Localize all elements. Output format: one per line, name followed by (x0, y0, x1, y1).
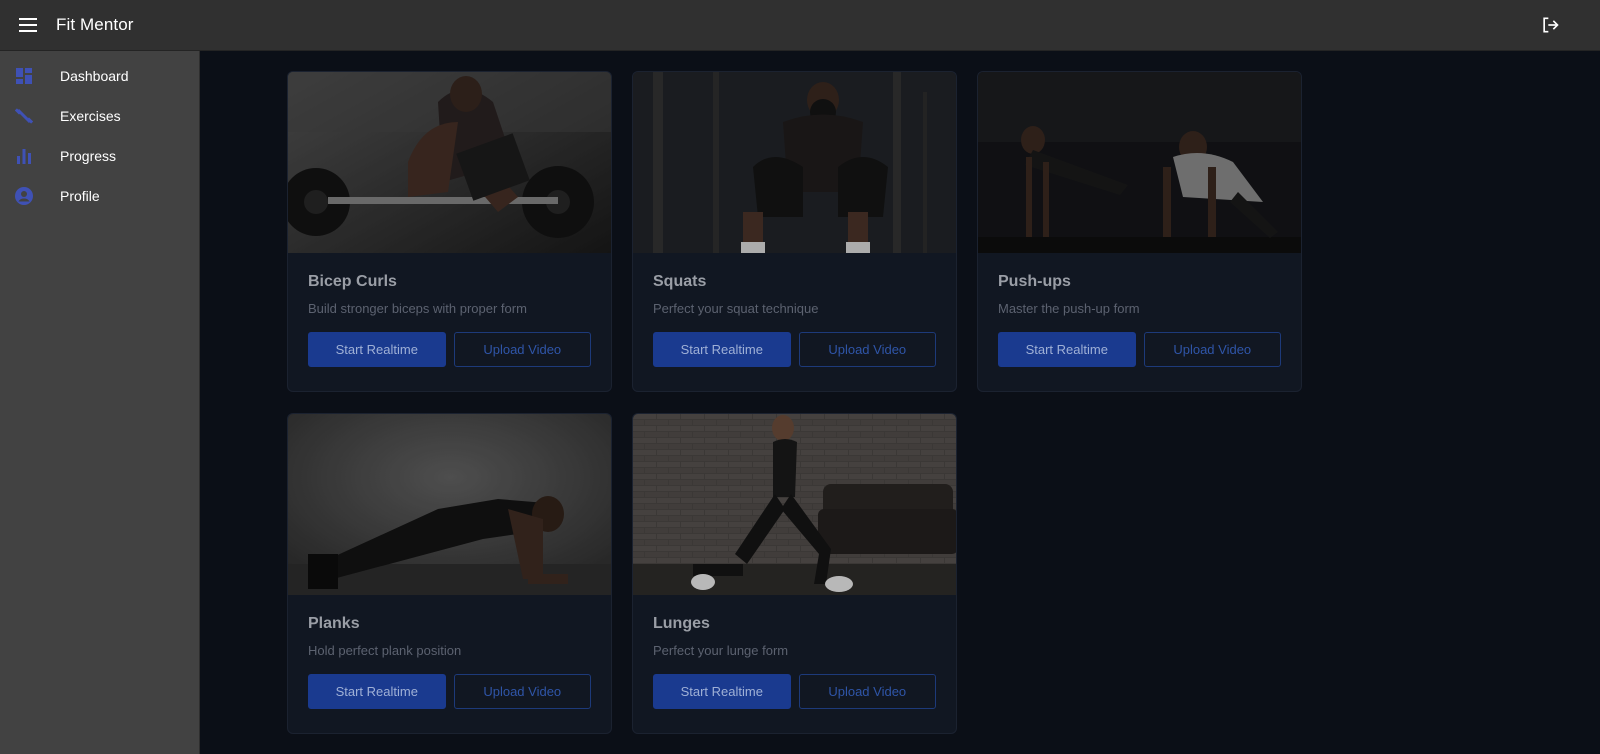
exercise-image (633, 414, 956, 595)
sidebar-item-profile[interactable]: Profile (0, 176, 199, 216)
menu-icon[interactable] (16, 13, 40, 37)
exercises-icon (14, 106, 34, 126)
logout-icon[interactable] (1538, 13, 1562, 37)
exercise-card: Lunges Perfect your lunge form Start Rea… (632, 413, 957, 734)
exercise-description: Build stronger biceps with proper form (308, 301, 527, 316)
exercise-card: Planks Hold perfect plank position Start… (287, 413, 612, 734)
exercise-image (288, 72, 611, 253)
exercise-image (978, 72, 1301, 253)
bar-chart-icon (14, 146, 34, 166)
sidebar-item-label: Dashboard (60, 68, 129, 84)
exercise-description: Perfect your lunge form (653, 643, 789, 658)
exercise-card: Push-ups Master the push-up form Start R… (977, 71, 1302, 392)
main-content: Bicep Curls Build stronger biceps with p… (200, 51, 1600, 754)
dashboard-icon (14, 66, 34, 86)
start-realtime-button[interactable]: Start Realtime (653, 674, 791, 709)
upload-video-button[interactable]: Upload Video (453, 332, 591, 367)
start-realtime-button[interactable]: Start Realtime (998, 332, 1136, 367)
exercise-description: Hold perfect plank position (308, 643, 462, 658)
sidebar-item-exercises[interactable]: Exercises (0, 96, 199, 136)
exercise-grid: Bicep Curls Build stronger biceps with p… (287, 71, 1302, 734)
sidebar-item-progress[interactable]: Progress (0, 136, 199, 176)
start-realtime-button[interactable]: Start Realtime (653, 332, 791, 367)
exercise-description: Perfect your squat technique (653, 301, 819, 316)
app-title: Fit Mentor (56, 15, 134, 34)
sidebar: Dashboard Exercises Progress Profile (0, 51, 200, 754)
start-realtime-button[interactable]: Start Realtime (308, 332, 446, 367)
account-circle-icon (14, 186, 34, 206)
sidebar-item-label: Profile (60, 188, 100, 204)
sidebar-item-label: Exercises (60, 108, 121, 124)
exercise-title: Push-ups (998, 273, 1071, 290)
upload-video-button[interactable]: Upload Video (798, 332, 936, 367)
exercise-card: Squats Perfect your squat technique Star… (632, 71, 957, 392)
sidebar-item-label: Progress (60, 148, 117, 164)
exercise-image (288, 414, 611, 595)
exercise-image (633, 72, 956, 253)
exercise-title: Bicep Curls (308, 273, 397, 290)
app-bar: Fit Mentor (0, 0, 1600, 51)
sidebar-item-dashboard[interactable]: Dashboard (0, 56, 199, 96)
upload-video-button[interactable]: Upload Video (798, 674, 936, 709)
exercise-title: Lunges (653, 615, 710, 632)
exercise-description: Master the push-up form (998, 301, 1140, 316)
upload-video-button[interactable]: Upload Video (1143, 332, 1281, 367)
exercise-title: Planks (308, 615, 360, 632)
exercise-title: Squats (653, 273, 707, 290)
upload-video-button[interactable]: Upload Video (453, 674, 591, 709)
start-realtime-button[interactable]: Start Realtime (308, 674, 446, 709)
exercise-card: Bicep Curls Build stronger biceps with p… (287, 71, 612, 392)
